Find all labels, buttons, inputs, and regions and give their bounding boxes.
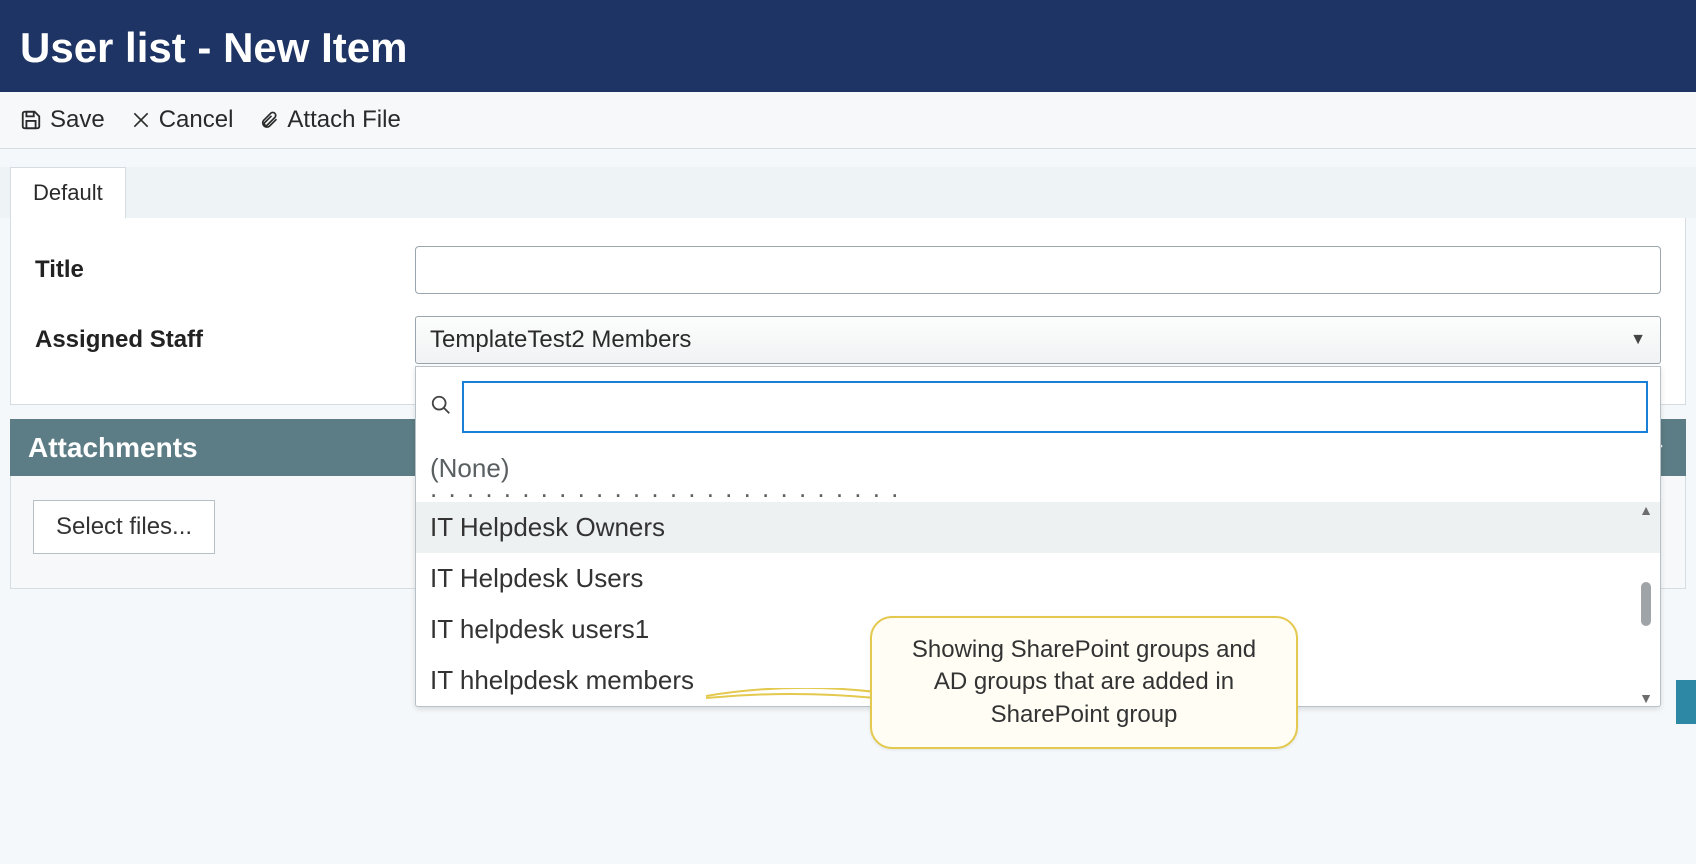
tab-strip: Default [0, 167, 1696, 218]
field-assigned-row: Assigned Staff TemplateTest2 Members ▼ [35, 316, 1661, 364]
right-edge-strip [1676, 680, 1696, 724]
page-header: User list - New Item [0, 0, 1696, 92]
field-assigned-label: Assigned Staff [35, 326, 415, 354]
field-title-label: Title [35, 256, 415, 284]
tab-default[interactable]: Default [10, 167, 126, 218]
callout-text: Showing SharePoint groups and AD groups … [912, 636, 1256, 728]
page-title: User list - New Item [20, 24, 407, 71]
assigned-selected-value: TemplateTest2 Members [430, 326, 691, 354]
dropdown-truncated-item: . . . . . . . . . . . . . . . . . . . . … [416, 488, 1660, 502]
form-content: Default Title Assigned Staff TemplateTes… [0, 149, 1696, 589]
field-title-row: Title [35, 246, 1661, 294]
annotation-callout: Showing SharePoint groups and AD groups … [870, 616, 1298, 749]
cancel-label: Cancel [159, 106, 234, 134]
form-panel: Title Assigned Staff TemplateTest2 Membe… [10, 218, 1686, 405]
select-files-button[interactable]: Select files... [33, 500, 215, 554]
save-button[interactable]: Save [20, 106, 105, 134]
save-label: Save [50, 106, 105, 134]
title-input[interactable] [415, 246, 1661, 294]
dropdown-option[interactable]: IT Helpdesk Owners [416, 502, 1660, 553]
close-icon [131, 110, 151, 130]
callout-pointer [706, 688, 876, 704]
dropdown-option[interactable]: IT Helpdesk Users [416, 553, 1660, 604]
dropdown-option-none[interactable]: (None) [416, 447, 1660, 488]
chevron-down-icon: ▼ [1630, 331, 1646, 349]
attach-file-label: Attach File [287, 106, 400, 134]
attachments-title: Attachments [28, 432, 198, 464]
attach-file-button[interactable]: Attach File [259, 106, 400, 134]
search-icon [428, 394, 454, 421]
paperclip-icon [259, 108, 279, 132]
save-icon [20, 109, 42, 131]
assigned-staff-select[interactable]: TemplateTest2 Members ▼ [415, 316, 1661, 364]
dropdown-search-input[interactable] [462, 381, 1648, 433]
assigned-select-wrap: TemplateTest2 Members ▼ (None) . [415, 316, 1661, 364]
cancel-button[interactable]: Cancel [131, 106, 234, 134]
dropdown-search-row [416, 367, 1660, 447]
action-toolbar: Save Cancel Attach File [0, 92, 1696, 149]
